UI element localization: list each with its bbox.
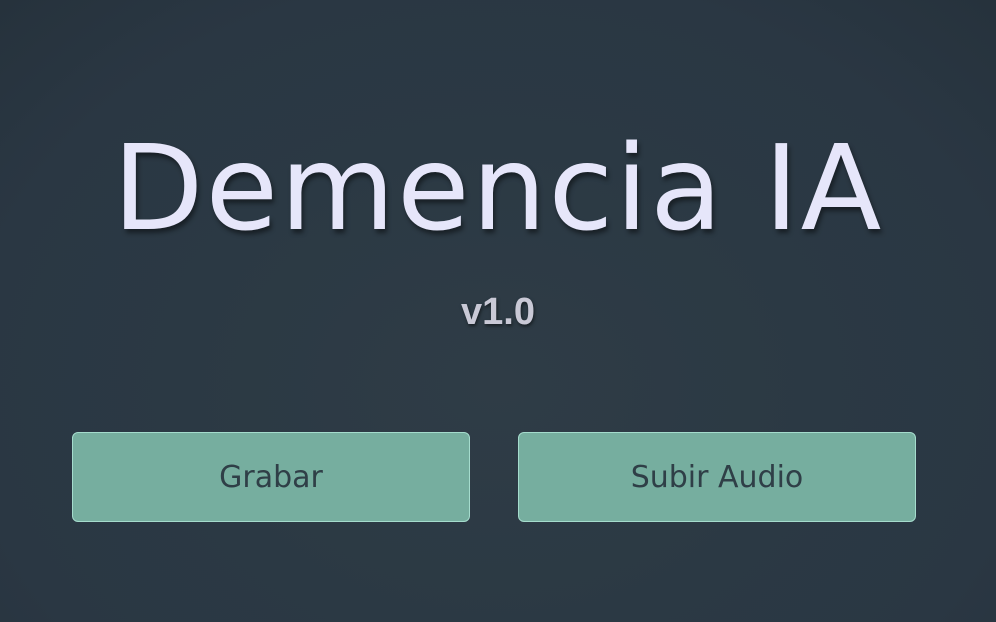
record-button[interactable]: Grabar — [72, 432, 470, 522]
upload-audio-button[interactable]: Subir Audio — [518, 432, 916, 522]
version-label: v1.0 — [461, 291, 535, 333]
home-screen: Demencia IA v1.0 Grabar Subir Audio — [0, 0, 996, 622]
app-title: Demencia IA — [112, 119, 884, 257]
